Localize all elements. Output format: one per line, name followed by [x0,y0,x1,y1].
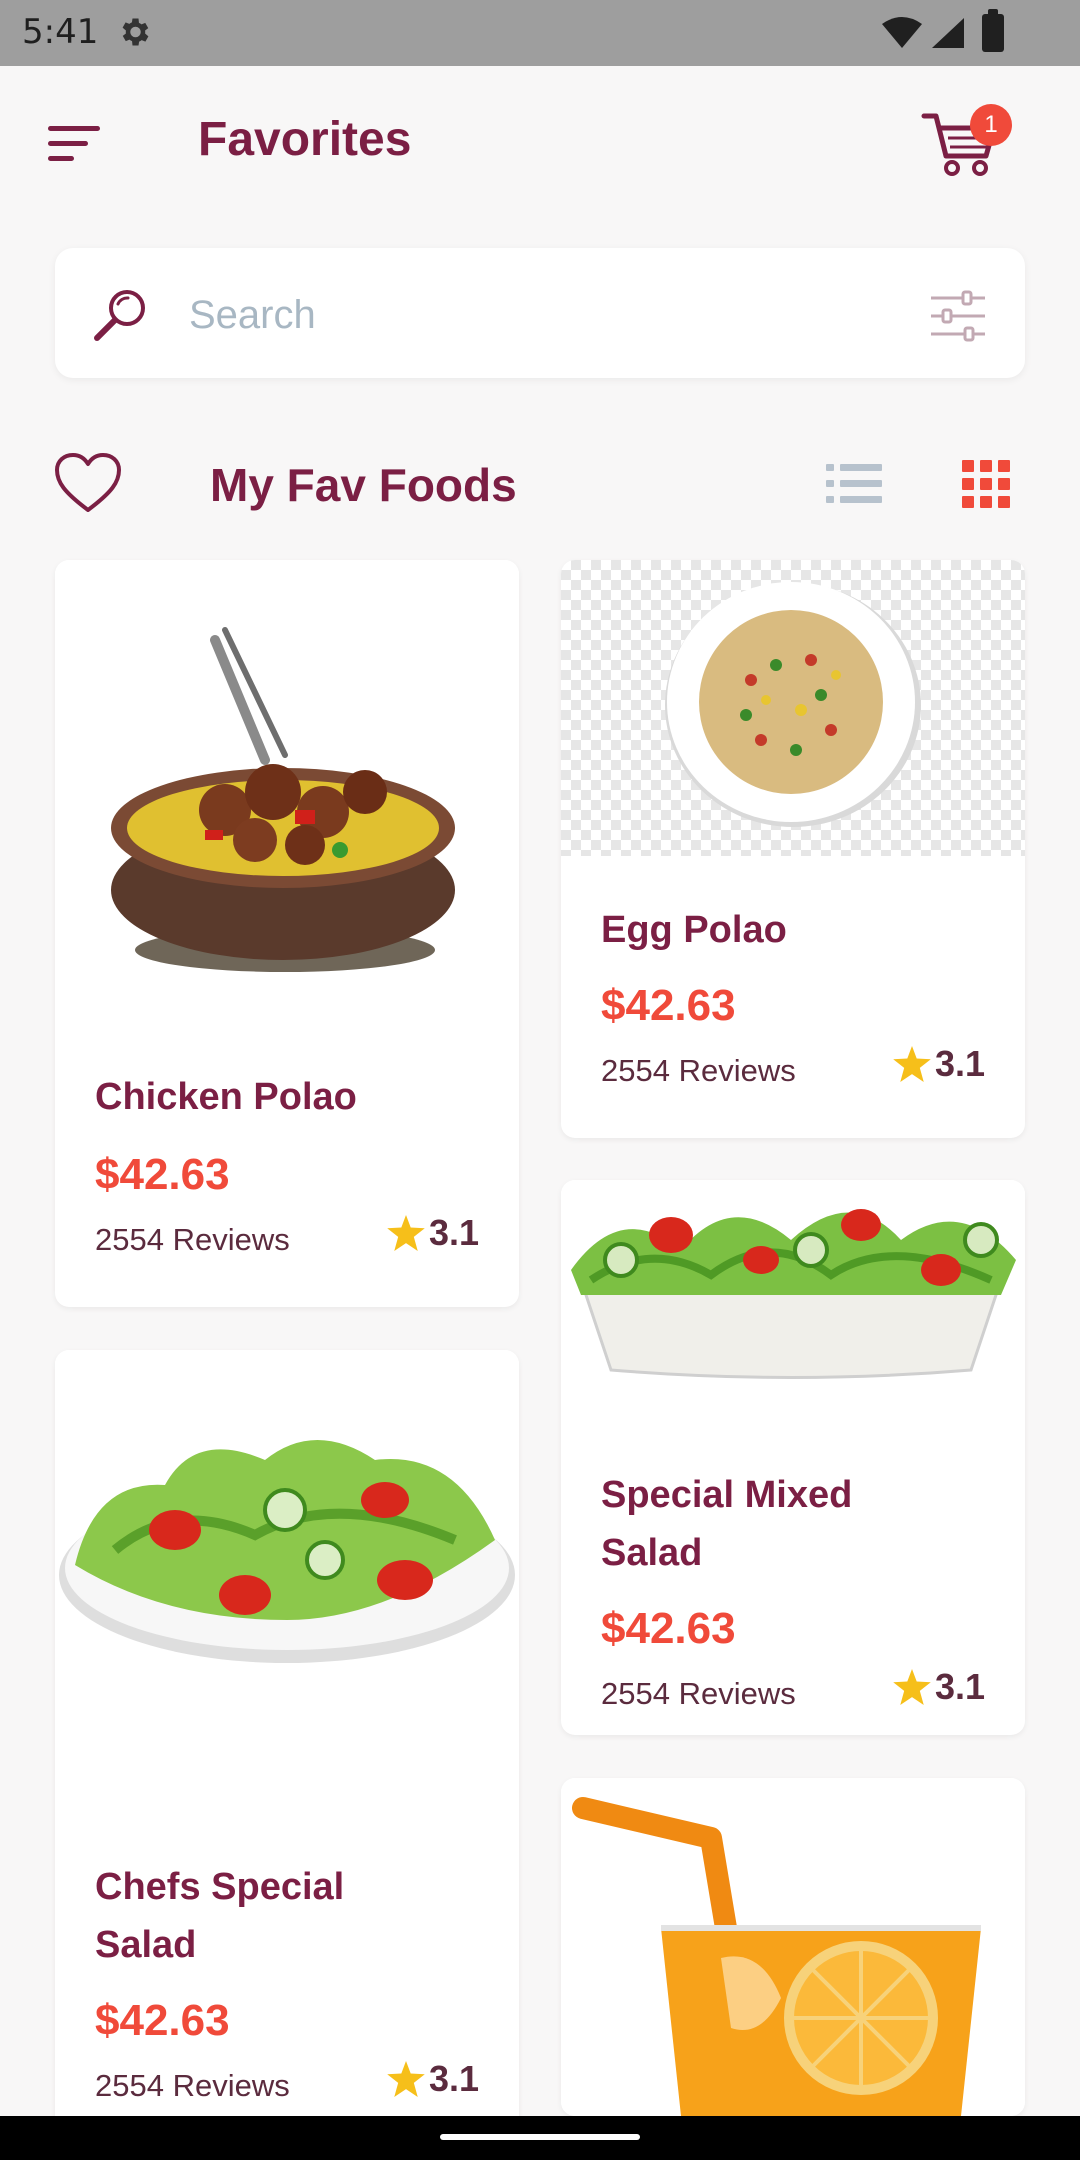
food-card-special-mixed-salad[interactable]: Special Mixed Salad $42.63 2554 Reviews … [561,1180,1025,1735]
signal-icon [932,18,964,48]
search-icon[interactable] [91,286,151,346]
star-icon [893,1669,931,1705]
star-icon [387,1215,425,1251]
food-name: Egg Polao [601,909,787,951]
home-gesture-handle[interactable] [440,2134,640,2140]
chicken-polao-image [55,560,519,1025]
food-card-chicken-polao[interactable]: Chicken Polao $42.63 2554 Reviews 3.1 [55,560,519,1307]
heart-icon [55,453,121,512]
food-rating: 3.1 [893,1043,985,1085]
rating-value: 3.1 [428,1212,479,1253]
food-reviews: 2554 Reviews [601,1053,796,1088]
food-name: Chicken Polao [95,1076,357,1118]
wifi-icon [882,17,922,48]
rating-value: 3.1 [934,1043,985,1084]
menu-button[interactable] [48,124,104,164]
food-card-chefs-special-salad[interactable]: Chefs Special Salad $42.63 2554 Reviews … [55,1350,519,2140]
food-card-orange-drink[interactable] [561,1778,1025,2116]
filter-icon[interactable] [929,288,987,344]
star-icon [893,1046,931,1082]
food-rating: 3.1 [893,1666,985,1708]
food-name: Special Mixed Salad [601,1474,853,1574]
food-card-egg-polao[interactable]: Egg Polao $42.63 2554 Reviews 3.1 [561,560,1025,1138]
section-title: My Fav Foods [210,459,517,511]
food-reviews: 2554 Reviews [95,1222,290,1257]
special-mixed-salad-image [561,1180,1025,1400]
system-nav-bar [0,2116,1080,2160]
orange-juice-image [561,1778,1025,2116]
page-title: Favorites [198,113,412,166]
settings-gear-icon [122,18,149,46]
chefs-special-salad-image [55,1350,519,1770]
search-input[interactable] [187,284,831,346]
food-rating: 3.1 [387,2058,479,2100]
food-rating: 3.1 [387,1212,479,1254]
egg-polao-image [561,560,1025,856]
list-view-icon[interactable] [826,462,882,506]
grid-view-icon[interactable] [962,460,1010,508]
food-price: $42.63 [601,981,736,1030]
food-name: Chefs Special Salad [95,1866,345,1966]
food-reviews: 2554 Reviews [601,1676,796,1711]
food-price: $42.63 [601,1604,736,1653]
food-price: $42.63 [95,1996,230,2045]
battery-icon [982,9,1004,52]
cart-count-badge: 1 [970,104,1012,146]
status-time: 5:41 [22,12,99,52]
food-price: $42.63 [95,1150,230,1199]
food-reviews: 2554 Reviews [95,2068,290,2103]
search-bar [55,248,1025,378]
status-bar: 5:41 [0,0,1080,66]
rating-value: 3.1 [428,2058,479,2099]
rating-value: 3.1 [934,1666,985,1707]
star-icon [387,2061,425,2097]
